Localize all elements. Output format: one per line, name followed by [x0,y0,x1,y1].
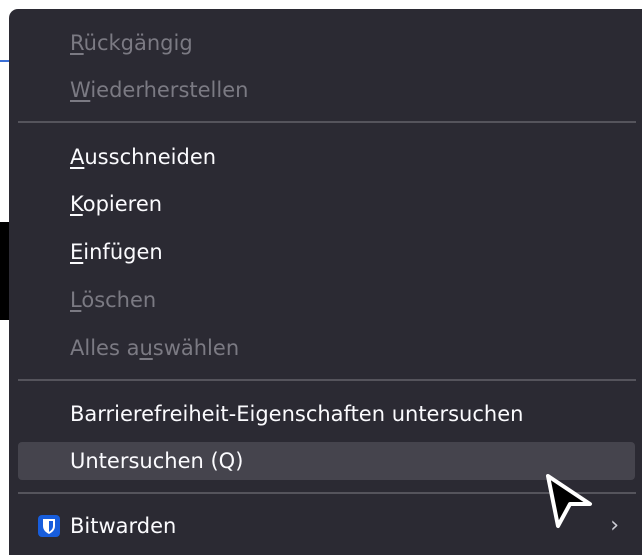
accesskey: R [70,31,84,55]
menu-item-label: Barrierefreiheit-Eigenschaften untersuch… [70,402,524,426]
menu-item-label-rest: usschneiden [84,145,217,169]
menu-item-label: Untersuchen (Q) [70,449,244,473]
accesskey: L [70,288,82,312]
accesskey: u [139,336,153,360]
bitwarden-shield-icon [38,515,60,537]
chevron-right-icon: › [610,513,619,538]
menu-item-label-prefix: Alles a [70,336,140,360]
menu-item-label-rest: infügen [83,240,163,264]
accesskey: W [70,78,91,102]
menu-separator [18,379,636,381]
accesskey: K [70,192,83,216]
menu-item-cut[interactable]: Ausschneiden [18,138,635,176]
menu-item-undo[interactable]: Rückgängig [18,24,635,62]
menu-item-redo[interactable]: Wiederherstellen [18,71,635,109]
mouse-pointer-icon [546,474,592,528]
menu-item-bitwarden[interactable]: Bitwarden › [18,507,635,545]
menu-item-label-rest: opieren [82,192,163,216]
accesskey: A [70,145,85,169]
menu-item-label-rest: swählen [152,336,240,360]
menu-item-inspect[interactable]: Untersuchen (Q) [18,442,635,480]
menu-item-paste[interactable]: Einfügen [18,233,635,271]
menu-item-label-rest: iederherstellen [90,78,249,102]
menu-item-label-rest: öschen [81,288,157,312]
accesskey: E [70,240,84,264]
menu-item-delete[interactable]: Löschen [18,281,635,319]
menu-item-select-all[interactable]: Alles auswählen [18,329,635,367]
page-link-underline [0,60,9,62]
menu-item-inspect-accessibility[interactable]: Barrierefreiheit-Eigenschaften untersuch… [18,395,635,433]
menu-item-label-rest: ückgängig [83,31,193,55]
menu-item-label: Bitwarden [70,514,177,538]
menu-item-copy[interactable]: Kopieren [18,185,635,223]
menu-separator [18,121,636,123]
page-dark-block [0,222,9,320]
